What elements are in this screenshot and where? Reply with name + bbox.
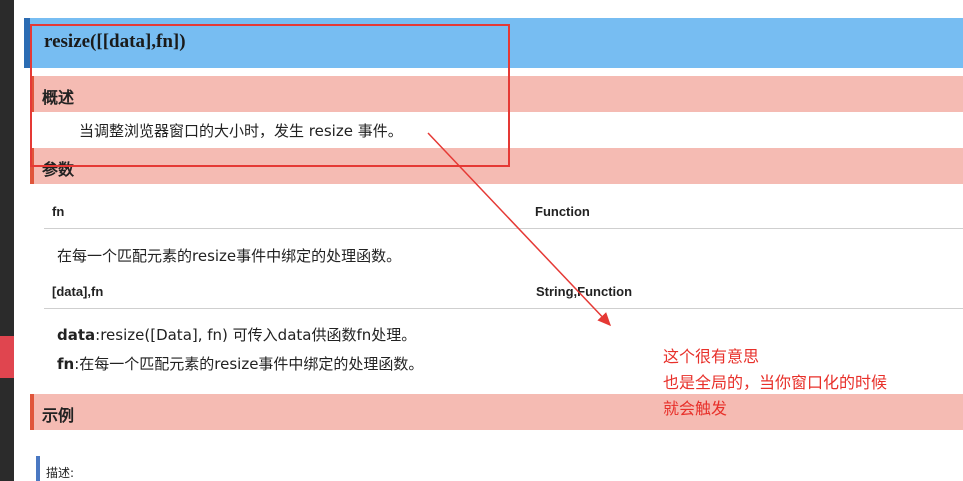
annotation-line: 就会触发 xyxy=(663,399,728,418)
annotation-arrow xyxy=(427,132,612,327)
annotation-line: 这个很有意思 xyxy=(663,347,760,366)
annotation-line: 也是全局的，当你窗口化的时候 xyxy=(663,373,888,392)
